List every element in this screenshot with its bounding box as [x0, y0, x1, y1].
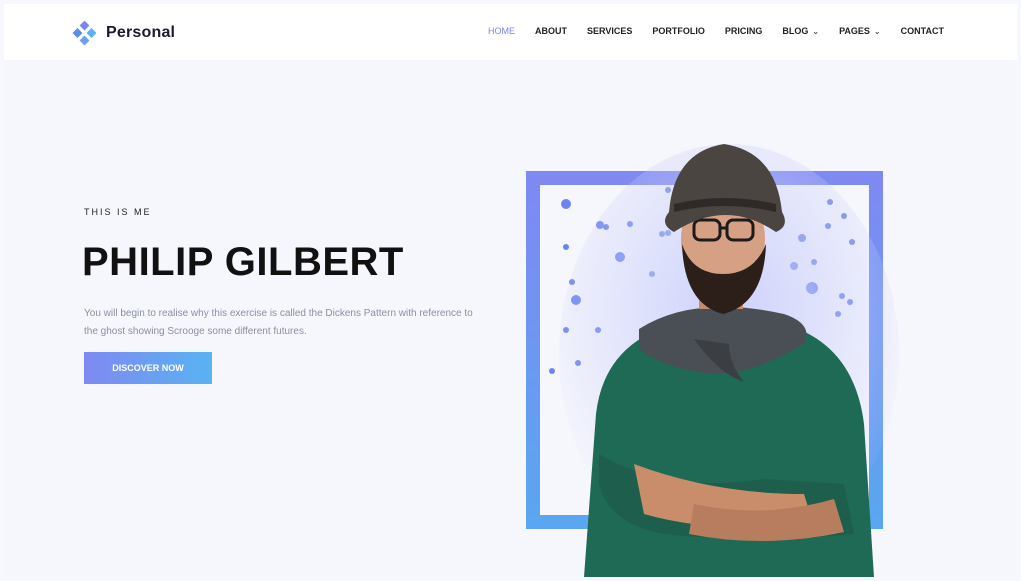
nav-services[interactable]: SERVICES [587, 26, 632, 36]
nav-pricing[interactable]: PRICING [725, 26, 763, 36]
nav-pricing-label: PRICING [724, 26, 763, 36]
nav-services-label: SERVICES [587, 26, 633, 36]
hero-title: PHILIP GILBERT [82, 240, 404, 284]
diamond-cluster-icon [72, 21, 96, 45]
nav-portfolio-label: PORTFOLIO [652, 26, 705, 36]
nav-contact-label: CONTACT [900, 26, 944, 36]
nav-about-label: ABOUT [535, 26, 567, 36]
nav-about[interactable]: ABOUT [535, 26, 567, 36]
nav-home-label: HOME [488, 26, 515, 36]
hero-eyebrow: THIS IS ME [84, 207, 152, 217]
nav-home[interactable]: HOME [488, 26, 515, 36]
discover-now-button[interactable]: DISCOVER NOW [84, 352, 212, 384]
hero-portrait-illustration [526, 144, 899, 577]
nav-portfolio[interactable]: PORTFOLIO [652, 26, 705, 36]
navbar: Personal HOME ABOUT SERVICES PORTFOLIO P… [4, 4, 1017, 60]
nav-pages[interactable]: PAGES ⌄ [839, 26, 881, 36]
chevron-down-icon: ⌄ [812, 26, 820, 36]
nav-contact[interactable]: CONTACT [901, 26, 944, 36]
nav-pages-label: PAGES [839, 26, 870, 36]
page: Personal HOME ABOUT SERVICES PORTFOLIO P… [4, 4, 1017, 577]
brand-name: Personal [106, 24, 176, 41]
nav-blog[interactable]: BLOG ⌄ [782, 26, 819, 36]
chevron-down-icon: ⌄ [873, 26, 881, 36]
hero-description: You will begin to realise why this exerc… [84, 308, 473, 337]
brand-logo[interactable]: Personal [72, 21, 175, 45]
main-nav: HOME ABOUT SERVICES PORTFOLIO PRICING BL… [488, 26, 944, 36]
nav-blog-label: BLOG [782, 26, 809, 36]
